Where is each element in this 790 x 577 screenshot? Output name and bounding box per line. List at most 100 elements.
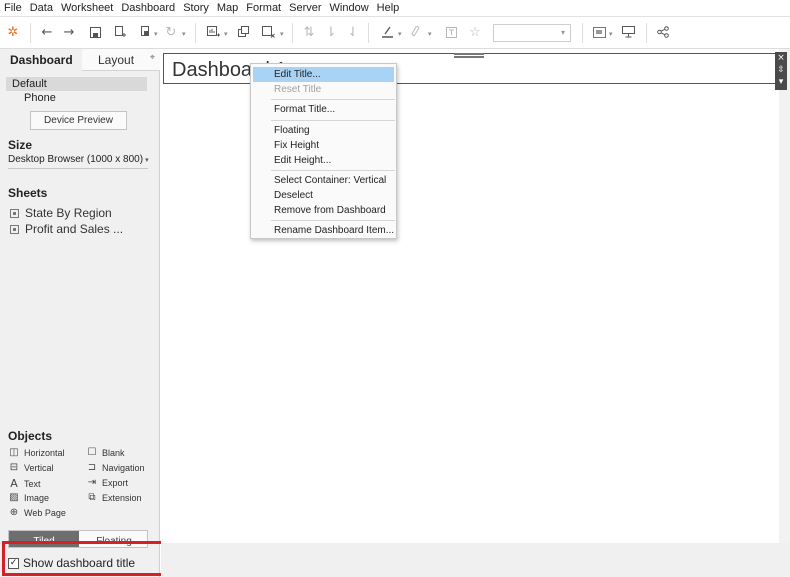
toolbar-separator xyxy=(368,23,369,43)
menu-window[interactable]: Window xyxy=(330,2,369,14)
refresh-icon[interactable]: ↻ xyxy=(162,23,180,41)
menu-bar: File Data Worksheet Dashboard Story Map … xyxy=(0,0,790,17)
save-icon[interactable] xyxy=(86,23,104,41)
object-export[interactable]: ⇥ Export xyxy=(86,477,128,488)
new-worksheet-icon[interactable] xyxy=(204,23,222,41)
tableau-logo-icon[interactable]: ✲ xyxy=(4,23,22,41)
sheet-item-state-by-region[interactable]: State By Region xyxy=(10,206,112,220)
worksheet-icon xyxy=(10,208,19,218)
menu-separator xyxy=(271,220,395,221)
new-datasource-icon[interactable] xyxy=(111,23,129,41)
objects-section-title: Objects xyxy=(8,429,53,443)
dropdown-caret-icon[interactable]: ▾ xyxy=(428,30,432,38)
menu-item-select-container[interactable]: Select Container: Vertical xyxy=(253,173,394,188)
sheet-item-label: Profit and Sales ... xyxy=(25,222,124,236)
blank-icon: ☐ xyxy=(87,447,97,458)
sheet-item-label: State By Region xyxy=(25,206,112,220)
toolbar-separator xyxy=(292,23,293,43)
object-web-page[interactable]: ⊕ Web Page xyxy=(8,507,66,518)
tab-layout-label: Layout xyxy=(98,53,135,67)
chevron-down-icon: ▾ xyxy=(560,28,565,37)
object-blank[interactable]: ☐ Blank xyxy=(86,447,125,458)
image-icon: ▨ xyxy=(9,492,19,503)
menu-item-edit-height[interactable]: Edit Height... xyxy=(253,153,394,168)
object-label: Vertical xyxy=(24,462,54,473)
share-icon[interactable] xyxy=(654,23,672,41)
menu-format[interactable]: Format xyxy=(246,2,281,14)
group-icon[interactable] xyxy=(407,23,425,41)
duplicate-icon[interactable] xyxy=(235,23,253,41)
pin-icon[interactable]: ⌖ xyxy=(150,52,155,63)
fit-select[interactable]: ▾ xyxy=(493,24,571,42)
object-navigation[interactable]: ⊐ Navigation xyxy=(86,462,145,473)
object-vertical[interactable]: ⊟ Vertical xyxy=(8,462,54,473)
menu-item-deselect[interactable]: Deselect xyxy=(253,188,394,203)
menu-map[interactable]: Map xyxy=(217,2,238,14)
menu-item-edit-title[interactable]: Edit Title... xyxy=(253,67,394,82)
menu-item-format-title[interactable]: Format Title... xyxy=(253,102,394,117)
toolbar-separator xyxy=(195,23,196,43)
menu-item-floating[interactable]: Floating xyxy=(253,123,394,138)
menu-item-reset-title[interactable]: Reset Title xyxy=(253,82,394,97)
sort-ascending-icon[interactable]: ⇂ xyxy=(322,23,340,41)
object-horizontal[interactable]: ◫ Horizontal xyxy=(8,447,64,458)
tab-layout[interactable]: Layout ⌖ xyxy=(82,49,160,71)
object-text[interactable]: A Text xyxy=(8,477,40,490)
menu-data[interactable]: Data xyxy=(30,2,53,14)
dropdown-caret-icon[interactable]: ▾ xyxy=(182,30,186,38)
show-cards-icon[interactable] xyxy=(590,23,608,41)
object-image[interactable]: ▨ Image xyxy=(8,492,49,503)
context-menu: Edit Title... Reset Title Format Title..… xyxy=(250,63,397,239)
menu-worksheet[interactable]: Worksheet xyxy=(61,2,113,14)
highlight-box xyxy=(2,541,179,576)
object-extension[interactable]: ⧉ Extension xyxy=(86,492,141,503)
dropdown-caret-icon[interactable]: ▾ xyxy=(224,30,228,38)
more-options-icon[interactable]: ▾ xyxy=(775,76,787,88)
fix-axes-icon[interactable]: ☆ xyxy=(466,23,484,41)
object-label: Blank xyxy=(102,447,125,458)
dropdown-caret-icon[interactable]: ▾ xyxy=(280,30,284,38)
menu-separator xyxy=(271,120,395,121)
object-label: Web Page xyxy=(24,507,66,518)
device-phone[interactable]: Phone xyxy=(6,91,147,105)
pause-updates-icon[interactable] xyxy=(137,23,155,41)
toolbar-separator xyxy=(582,23,583,43)
menu-help[interactable]: Help xyxy=(377,2,400,14)
sort-descending-icon[interactable]: ⇃ xyxy=(344,23,362,41)
device-default[interactable]: Default xyxy=(6,77,147,91)
menu-item-rename-dashboard-item[interactable]: Rename Dashboard Item... xyxy=(253,223,394,238)
highlight-icon[interactable] xyxy=(378,23,396,41)
redo-icon[interactable]: → xyxy=(60,23,78,41)
object-label: Image xyxy=(24,492,50,503)
menu-separator xyxy=(271,99,395,100)
horizontal-container-icon: ◫ xyxy=(9,447,19,458)
menu-dashboard[interactable]: Dashboard xyxy=(121,2,175,14)
presentation-icon[interactable] xyxy=(619,23,637,41)
menu-file[interactable]: File xyxy=(4,2,22,14)
device-preview-button[interactable]: Device Preview xyxy=(30,111,127,130)
labels-icon[interactable] xyxy=(442,23,460,41)
object-label: Navigation xyxy=(102,462,145,473)
menu-story[interactable]: Story xyxy=(183,2,209,14)
dropdown-caret-icon[interactable]: ▾ xyxy=(609,30,613,38)
menu-separator xyxy=(271,170,395,171)
dropdown-caret-icon[interactable]: ▾ xyxy=(398,30,402,38)
close-icon[interactable]: × xyxy=(775,52,787,64)
menu-server[interactable]: Server xyxy=(289,2,321,14)
menu-item-fix-height[interactable]: Fix Height xyxy=(253,138,394,153)
sheet-item-profit-and-sales[interactable]: Profit and Sales ... xyxy=(10,222,123,236)
right-scroll-strip xyxy=(779,49,790,543)
web-page-icon: ⊕ xyxy=(9,507,19,518)
drag-handle[interactable] xyxy=(454,53,484,58)
size-select[interactable]: Desktop Browser (1000 x 800) ▾ xyxy=(8,153,149,169)
undo-icon[interactable]: ← xyxy=(38,23,56,41)
toolbar: ✲ ← → ▾ ↻ ▾ ▾ ▾ ⇅ ⇂ ⇃ ▾ ▾ ☆ ▾ ▾ xyxy=(0,17,790,49)
swap-icon[interactable]: ⇅ xyxy=(300,23,318,41)
size-select-value: Desktop Browser (1000 x 800) xyxy=(8,154,144,165)
left-panel: Dashboard Layout ⌖ Default Phone Device … xyxy=(0,49,160,577)
tab-dashboard[interactable]: Dashboard xyxy=(0,49,82,71)
clear-sheet-icon[interactable] xyxy=(259,23,277,41)
move-icon[interactable]: ⇳ xyxy=(775,64,787,76)
menu-item-remove-from-dashboard[interactable]: Remove from Dashboard xyxy=(253,203,394,218)
dropdown-caret-icon[interactable]: ▾ xyxy=(154,30,158,38)
